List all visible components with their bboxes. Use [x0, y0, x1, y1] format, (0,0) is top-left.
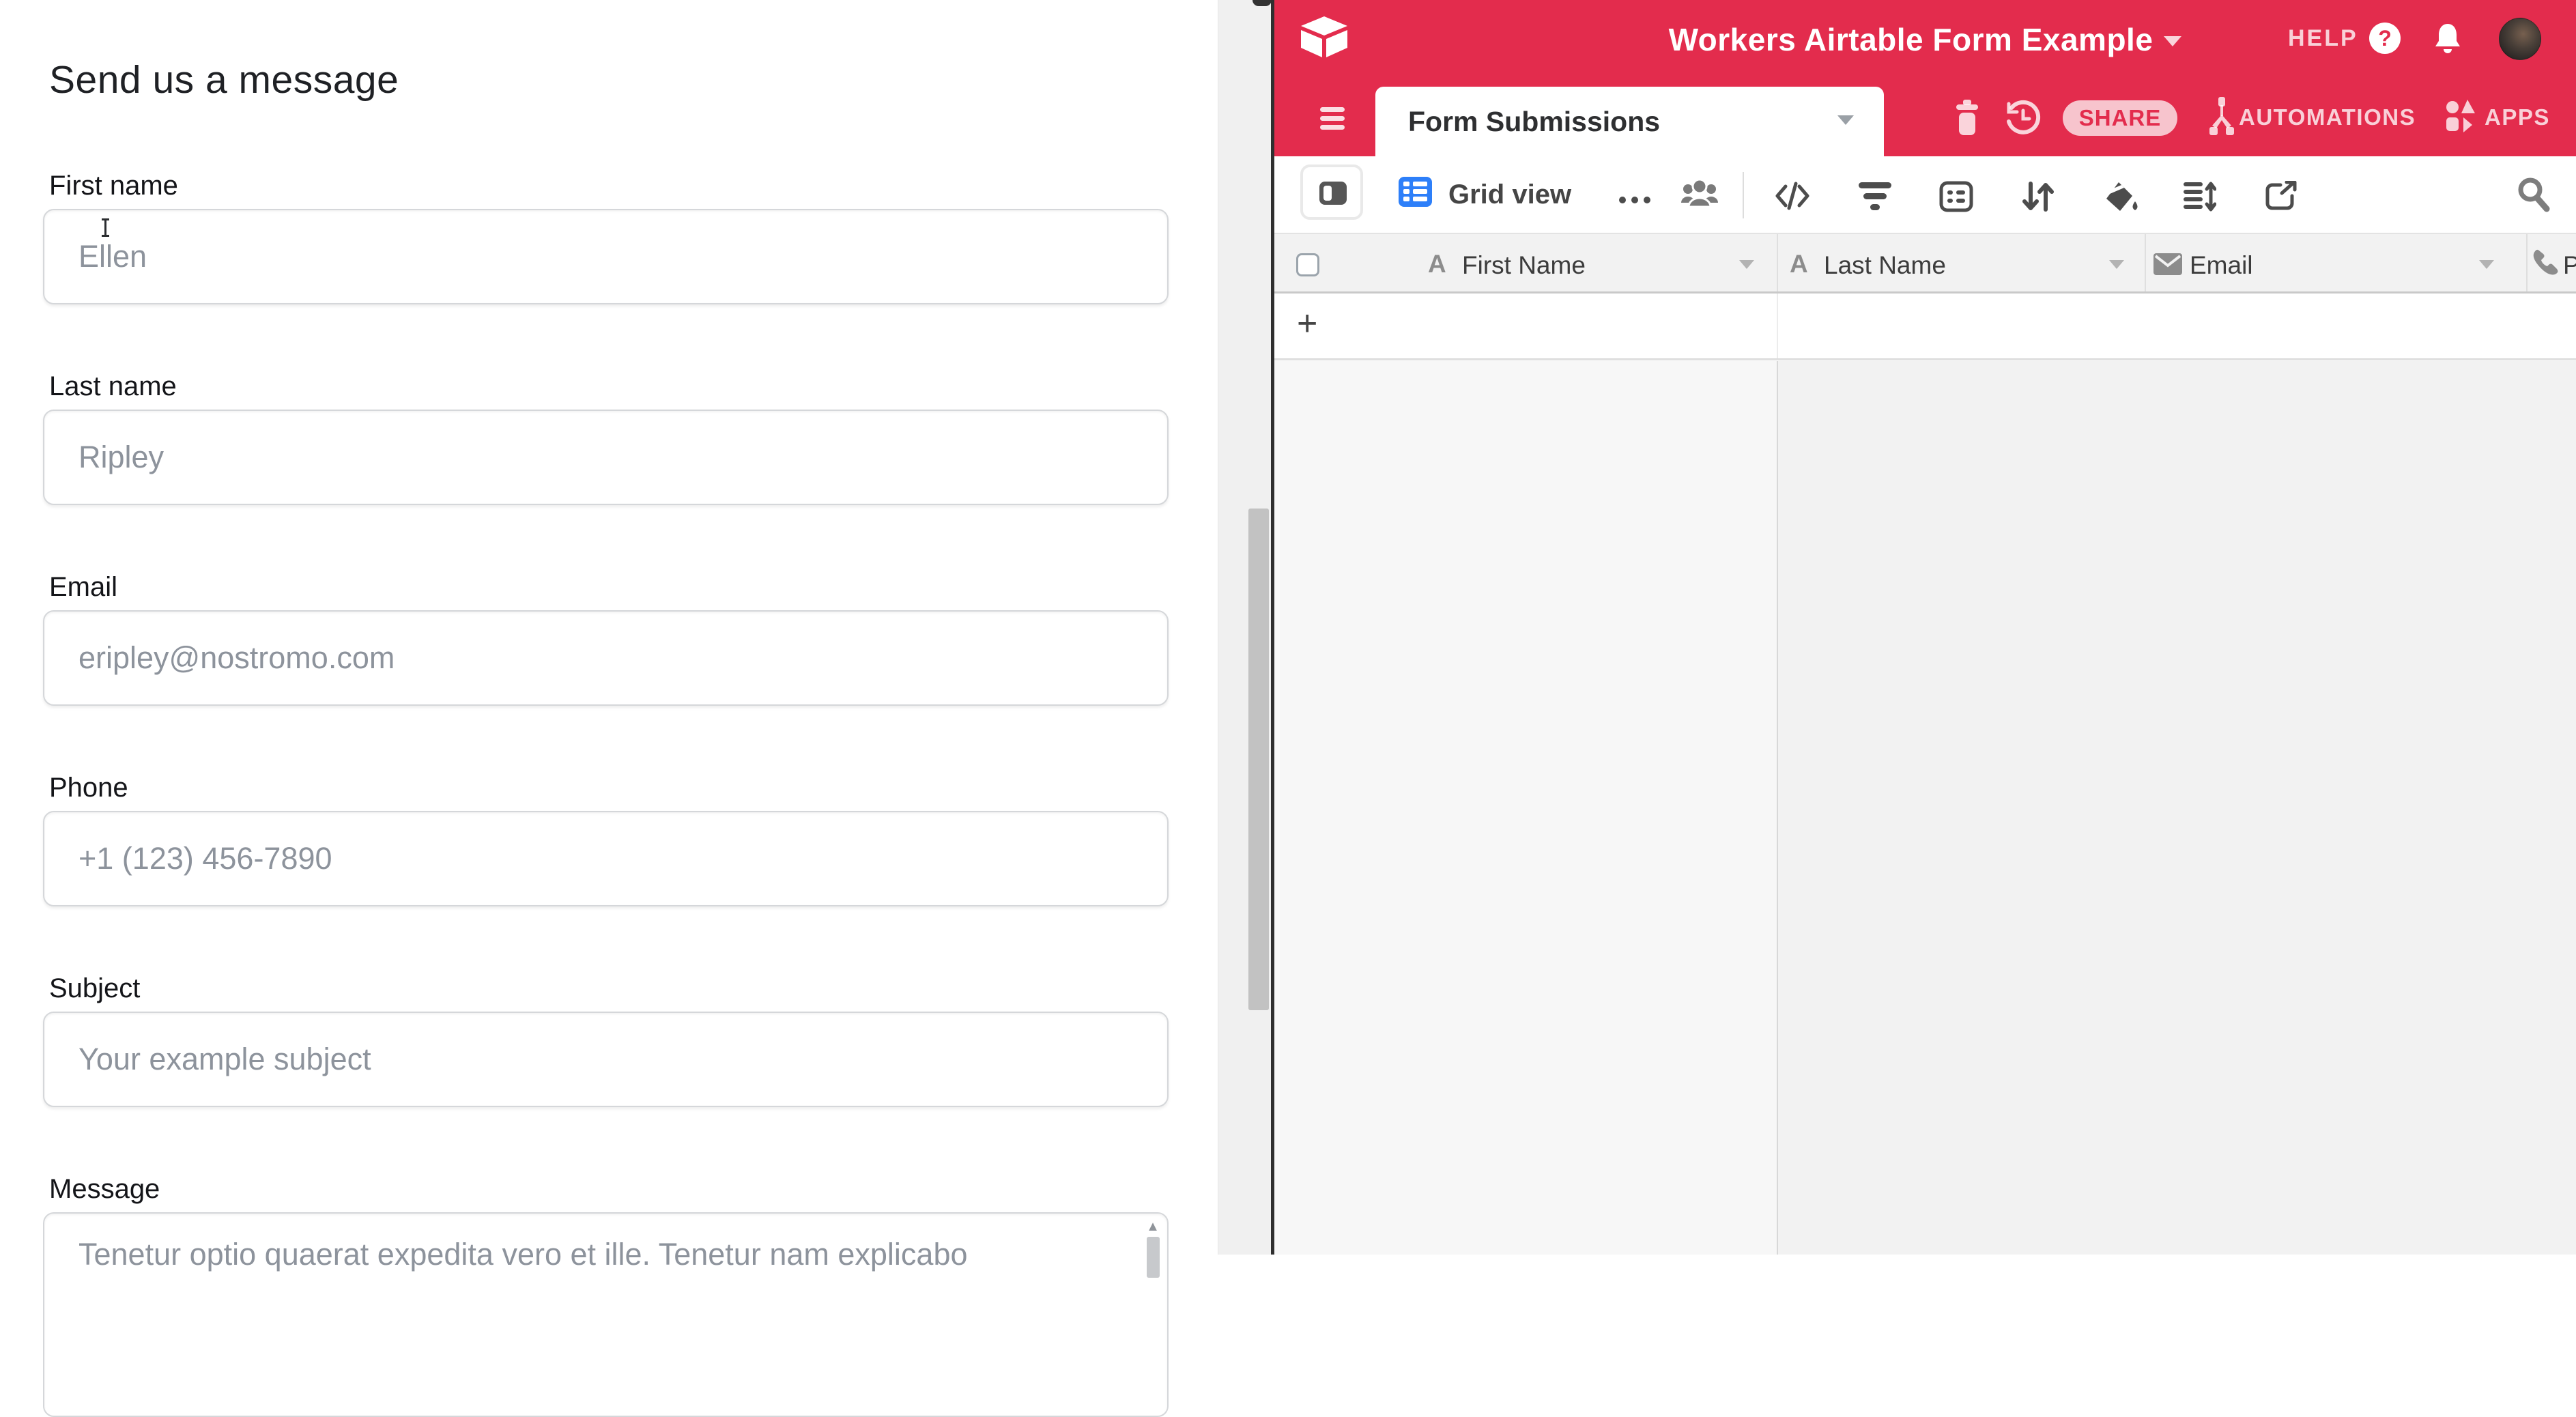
filter-icon[interactable] [1858, 181, 1892, 212]
select-all-checkbox[interactable] [1296, 253, 1319, 276]
sidebar-toggle-button[interactable] [1300, 164, 1363, 220]
share-button[interactable]: SHARE [2063, 100, 2177, 136]
column-divider[interactable] [1777, 234, 1778, 291]
frozen-column-divider [1777, 361, 1778, 1255]
column-divider [1777, 294, 1778, 358]
email-field-icon [2153, 253, 2182, 275]
column-header-phone[interactable]: Phone [2563, 251, 2576, 280]
phone-field-icon [2532, 249, 2560, 278]
grid-view-icon [1399, 177, 1432, 207]
automations-button[interactable]: AUTOMATIONS [2239, 104, 2416, 130]
airtable-pane: Workers Airtable Form Example HELP ? For… [1274, 0, 2576, 1255]
form-title: Send us a message [49, 57, 399, 102]
column-divider[interactable] [2145, 234, 2146, 291]
airtable-header: Workers Airtable Form Example HELP ? For… [1274, 0, 2576, 156]
share-view-icon[interactable] [2264, 181, 2298, 212]
view-name[interactable]: Grid view [1448, 180, 1571, 210]
history-icon[interactable] [2005, 98, 2042, 137]
text-cursor-icon [102, 218, 109, 237]
column-header-first-name[interactable]: First Name [1462, 251, 1586, 280]
frozen-column-area [1274, 361, 1777, 1255]
collaborators-icon[interactable] [1680, 178, 1719, 214]
phone-input[interactable] [43, 811, 1169, 906]
sidebar-toggle-icon [1319, 182, 1347, 205]
chevron-down-icon[interactable] [2479, 260, 2494, 269]
apps-button[interactable]: APPS [2485, 104, 2550, 130]
text-field-icon: A [1428, 250, 1446, 278]
hide-fields-icon[interactable] [1775, 181, 1810, 211]
trash-icon[interactable] [1954, 100, 1981, 135]
chevron-down-icon [2164, 36, 2181, 46]
scroll-up-icon[interactable]: ▲ [1144, 1219, 1162, 1235]
email-label: Email [49, 572, 117, 603]
column-divider[interactable] [2526, 234, 2528, 291]
chevron-down-icon[interactable] [1739, 260, 1754, 269]
table-header-row: A First Name A Last Name Email Phone [1274, 233, 2576, 294]
help-button[interactable]: HELP [2288, 25, 2358, 52]
chevron-down-icon[interactable] [2109, 260, 2124, 269]
add-row-plus-icon[interactable]: + [1297, 303, 1317, 344]
first-name-label: First name [49, 171, 178, 201]
chevron-down-icon [1837, 115, 1854, 125]
contact-form-pane: Send us a message First name Last name E… [0, 0, 1219, 1255]
toolbar-divider [1743, 172, 1744, 218]
menu-hamburger-icon[interactable] [1320, 107, 1345, 130]
search-icon[interactable] [2517, 177, 2551, 212]
row-height-icon[interactable] [2182, 181, 2216, 212]
apps-icon[interactable] [2445, 100, 2476, 134]
phone-label: Phone [49, 773, 128, 803]
color-icon[interactable] [2104, 181, 2139, 214]
notifications-bell-icon[interactable] [2433, 23, 2462, 55]
last-name-input[interactable] [43, 410, 1169, 505]
column-header-last-name[interactable]: Last Name [1824, 251, 1946, 280]
help-question-icon[interactable]: ? [2369, 23, 2401, 54]
user-avatar[interactable] [2499, 18, 2541, 60]
text-field-icon: A [1790, 250, 1808, 278]
group-icon[interactable] [1939, 181, 1973, 212]
sort-icon[interactable] [2021, 181, 2055, 212]
last-name-label: Last name [49, 371, 177, 402]
tab-form-submissions[interactable]: Form Submissions [1375, 87, 1884, 156]
message-scrollbar-thumb[interactable] [1147, 1237, 1160, 1278]
automations-icon[interactable] [2207, 97, 2237, 137]
email-input[interactable] [43, 610, 1169, 706]
column-header-email[interactable]: Email [2190, 251, 2253, 280]
message-label: Message [49, 1174, 160, 1205]
message-textarea[interactable] [43, 1212, 1169, 1417]
add-row[interactable]: + [1274, 294, 2576, 360]
grid-body [1274, 361, 2576, 1255]
form-page-scrollbar[interactable] [1218, 0, 1271, 1255]
view-bar: Grid view [1274, 156, 2576, 233]
tab-label: Form Submissions [1408, 106, 1660, 138]
subject-input[interactable] [43, 1012, 1169, 1107]
base-title: Workers Airtable Form Example [1669, 21, 2153, 58]
form-page-scrollbar-thumb[interactable] [1248, 509, 1269, 1010]
first-name-input[interactable] [43, 209, 1169, 304]
subject-label: Subject [49, 973, 140, 1004]
view-options-icon[interactable] [1619, 197, 1657, 203]
